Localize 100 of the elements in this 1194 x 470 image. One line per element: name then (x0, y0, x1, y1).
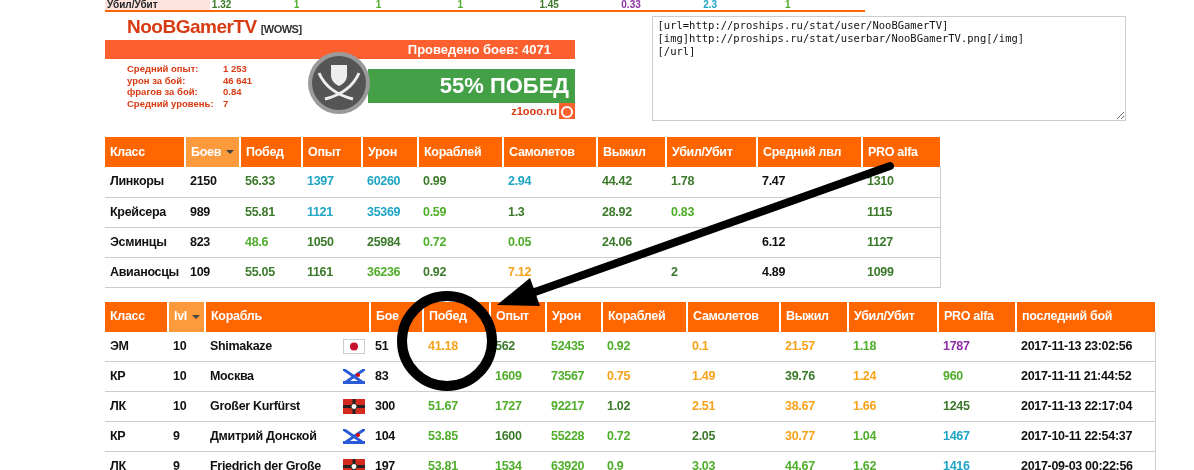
stat-value: 7 (223, 97, 229, 109)
column-header[interactable]: Опыт (302, 137, 362, 167)
table-cell: 1609 (490, 361, 546, 392)
table-cell: 53.81 (423, 451, 490, 470)
stat-label: Средний уровень: (127, 97, 215, 109)
table-cell: 1.78 (666, 167, 757, 197)
column-header[interactable]: Корабль (205, 301, 370, 332)
table-cell: 1.02 (602, 391, 687, 422)
table-cell: 44.42 (597, 167, 666, 197)
table-cell: 823 (185, 227, 240, 257)
table-cell: 1.3 (503, 197, 597, 227)
table-cell: 63920 (546, 451, 602, 470)
table-cell: 2017-09-03 00:22:56 (1016, 451, 1155, 470)
table-cell: 9 (168, 421, 205, 452)
table-cell: 55.05 (240, 257, 302, 287)
column-header[interactable]: PRO alfa (862, 137, 940, 167)
table-cell: 38.67 (780, 391, 848, 422)
code-field[interactable]: [url=http://proships.ru/stat/user/NooBGamerTV] [img]http://proships.ru/stat/userbar/NooBGamerTV.png[/img] [/url] (651, 16, 1126, 121)
table-cell: 0.99 (418, 167, 503, 197)
table-cell: 1.62 (848, 451, 938, 470)
table-cell: 1467 (938, 421, 1016, 452)
table-cell: 1115 (862, 197, 940, 227)
table-cell: 0.75 (602, 361, 687, 392)
table-cell: 104 (370, 421, 423, 452)
table-cell: 1.18 (848, 331, 938, 362)
table-cell: Линкоры (105, 167, 185, 197)
column-header[interactable]: Боев (185, 137, 240, 167)
column-header[interactable]: Класс (105, 301, 168, 332)
table-cell: 2 (666, 257, 757, 287)
row-label: Убил/Убит (105, 0, 210, 10)
column-header[interactable]: Убил/Убит (666, 137, 757, 167)
ship-name: Москва (210, 368, 254, 386)
table-cell: 1.24 (848, 361, 938, 392)
table-cell: 1161 (302, 257, 362, 287)
column-header[interactable]: Самолетов (503, 137, 597, 167)
column-header[interactable]: Самолетов (687, 301, 780, 332)
ship-name: Дмитрий Донской (210, 428, 317, 446)
table-cell: 92217 (546, 391, 602, 422)
table-cell: Эсминцы (105, 227, 185, 257)
table-cell-text: 2.3 (702, 0, 719, 10)
stat-label: фрагов за бой: (127, 86, 199, 98)
table-cell-text: 1 (784, 0, 792, 10)
table-cell: 21.57 (780, 331, 848, 362)
table-cell: 0.9 (602, 451, 687, 470)
table-cell: 0.05 (503, 227, 597, 257)
table-cell: ЛК (105, 451, 168, 470)
table-cell: 52435 (546, 331, 602, 362)
column-header[interactable]: Убил/Убит (848, 301, 938, 332)
table-cell: 28.92 (597, 197, 666, 227)
table-cell: 2.05 (687, 421, 780, 452)
column-header[interactable]: lvl (168, 301, 205, 332)
table-cell: 0.72 (418, 227, 503, 257)
column-header[interactable]: Урон (362, 137, 418, 167)
player-name: NooBGamerTV (127, 16, 257, 37)
table-cell: 10 (168, 391, 205, 422)
table-cell: Авианосцы (105, 257, 185, 287)
crossed-swords-emblem-icon (307, 51, 371, 115)
table-cell: 39.76 (780, 361, 848, 392)
table-cell: 7.47 (757, 167, 862, 197)
table-cell: 55228 (546, 421, 602, 452)
table-cell: 73567 (546, 361, 602, 392)
table-cell: 55.81 (240, 197, 302, 227)
table-cell: 51 (370, 331, 423, 362)
column-header[interactable]: Выжил (597, 137, 666, 167)
column-header[interactable]: Выжил (780, 301, 848, 332)
table-cell: 1050 (302, 227, 362, 257)
table-cell: 2150 (185, 167, 240, 197)
stat-label: Средний опыт: (127, 63, 200, 75)
table-cell: 1.04 (848, 421, 938, 452)
table-cell: 1416 (938, 451, 1016, 470)
table-cell: 1.49 (687, 361, 780, 392)
table-cell: 2017-11-13 23:02:56 (1016, 331, 1155, 362)
column-header[interactable]: PRO alfa (938, 301, 1016, 332)
ship-name: Großer Kurfürst (210, 398, 300, 416)
column-header[interactable]: Урон (546, 301, 602, 332)
ship-name: Friedrich der Große (210, 458, 321, 470)
table-cell: 1787 (938, 331, 1016, 362)
table-cell: 300 (370, 391, 423, 422)
table-cell: 6.12 (757, 227, 862, 257)
table-cell: ЭМ (105, 331, 168, 362)
table-cell: 53.85 (423, 421, 490, 452)
column-header[interactable]: Кораблей (602, 301, 687, 332)
site-name: z1ooo.ru (511, 104, 557, 119)
table-cell: 2.94 (503, 167, 597, 197)
table-cell: 1310 (862, 167, 940, 197)
sort-caret-icon (226, 150, 235, 155)
column-header[interactable]: Побед (240, 137, 302, 167)
table-cell: 1.66 (848, 391, 938, 422)
column-header[interactable]: Кораблей (418, 137, 503, 167)
table-cell: 10 (168, 361, 205, 392)
column-header[interactable]: Средний лвл (757, 137, 862, 167)
win-rate-banner: 55% ПОБЕД (368, 69, 575, 103)
stat-value: 0.84 (223, 86, 242, 97)
column-header[interactable]: Класс (105, 137, 185, 167)
table-cell: 1600 (490, 421, 546, 452)
table-cell: 44.67 (780, 451, 848, 470)
table-cell-text: 1 (374, 0, 383, 10)
table-cell: 51.67 (423, 391, 490, 422)
column-header[interactable]: последний бой (1016, 301, 1155, 332)
site-logo-icon (559, 103, 575, 120)
